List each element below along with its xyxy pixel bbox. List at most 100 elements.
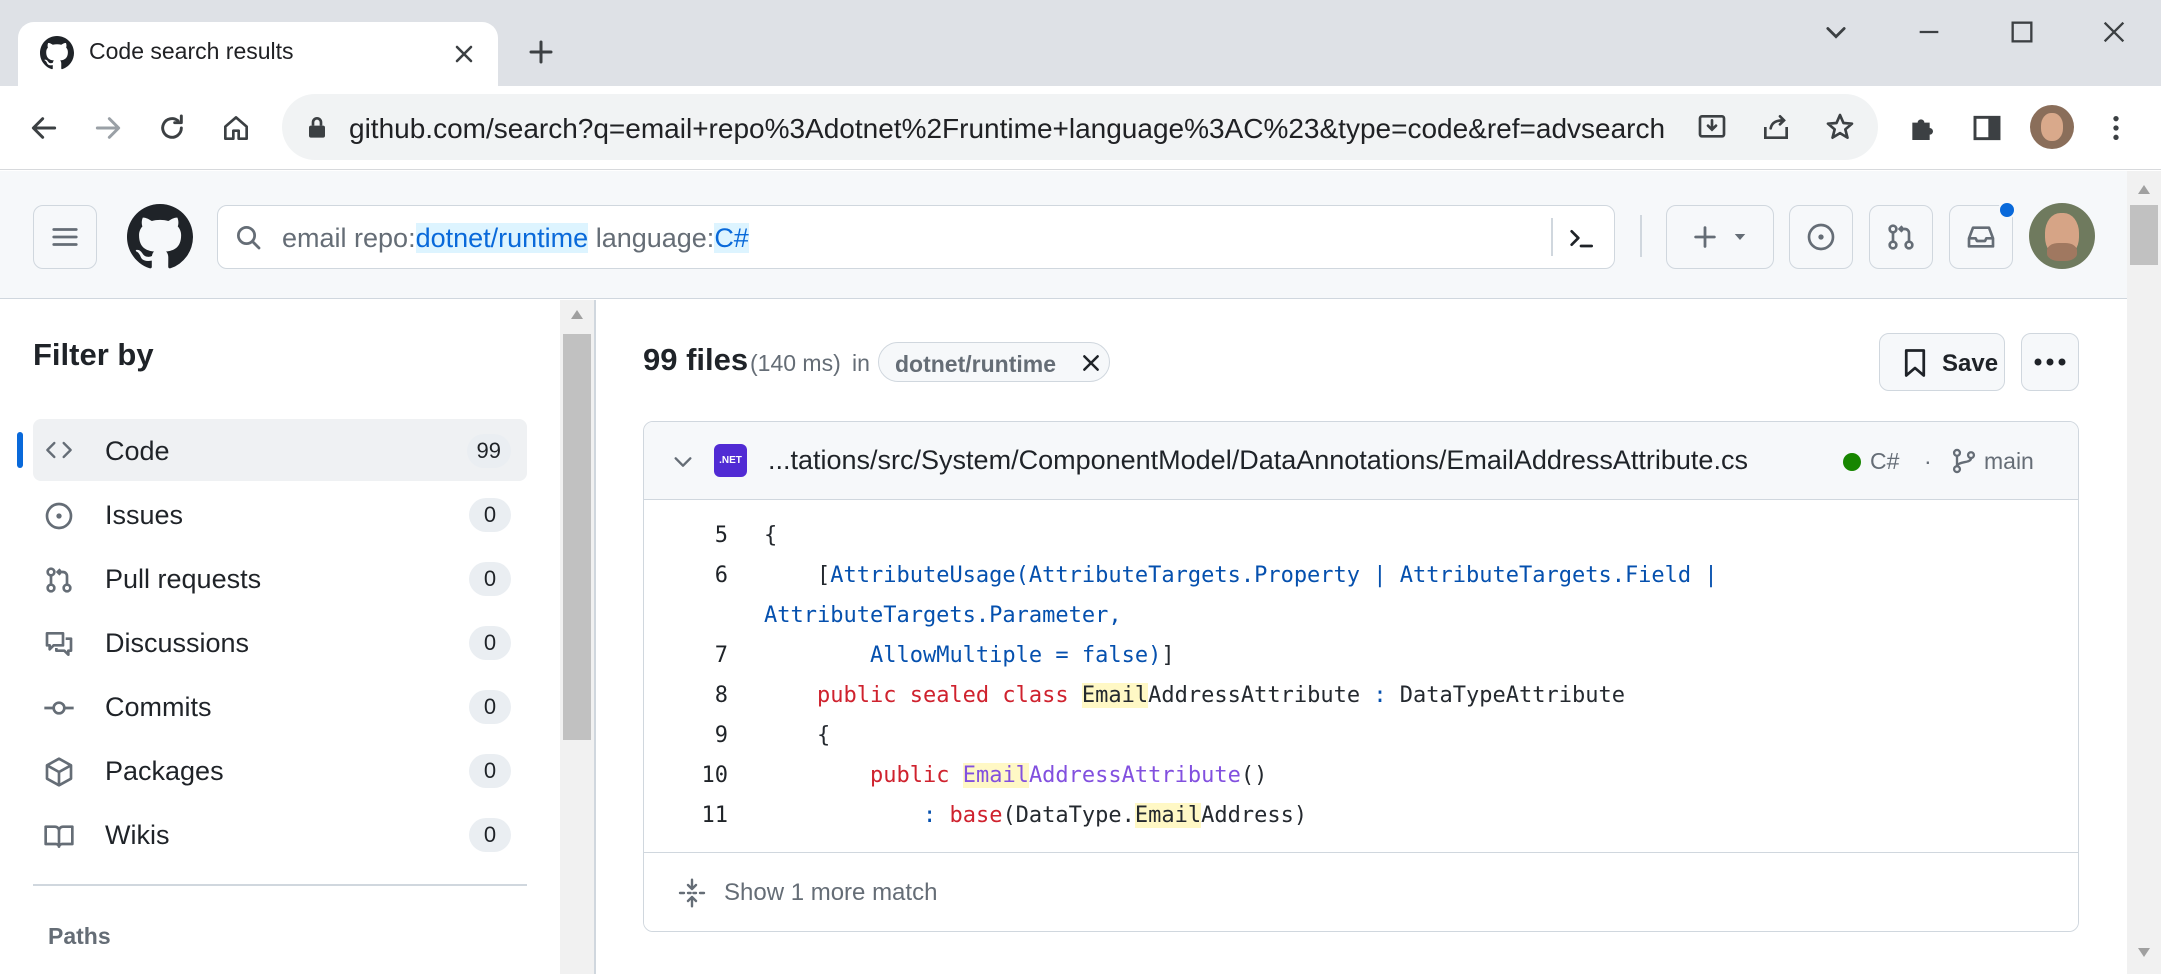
side-panel-icon: [1973, 115, 2001, 141]
create-new-button[interactable]: [1666, 205, 1774, 269]
command-palette-icon[interactable]: [1565, 222, 1597, 254]
scroll-up-arrow-icon[interactable]: [2137, 183, 2151, 195]
repo-chip-label: dotnet/runtime: [895, 351, 1056, 377]
github-search-input[interactable]: email repo:dotnet/runtime language:C#: [217, 205, 1615, 269]
browser-tab[interactable]: Code search results: [18, 22, 498, 88]
new-tab-icon[interactable]: [523, 37, 559, 67]
pull-request-icon: [46, 567, 72, 593]
forward-button[interactable]: [84, 104, 132, 152]
notification-dot: [1998, 201, 2016, 219]
filter-item-packages[interactable]: Packages 0: [33, 739, 527, 801]
browser-menu-button[interactable]: [2092, 104, 2140, 152]
back-button[interactable]: [20, 104, 68, 152]
line-number[interactable]: 11: [644, 803, 729, 828]
search-divider: [1551, 218, 1553, 256]
line-number[interactable]: 8: [644, 683, 728, 708]
bookmark-icon: [1904, 349, 1926, 377]
share-icon[interactable]: [1760, 111, 1792, 143]
more-options-button[interactable]: [2021, 333, 2079, 391]
book-icon: [44, 825, 74, 848]
sidebar-scrollbar[interactable]: [560, 300, 594, 974]
result-branch: main: [1984, 448, 2034, 474]
code-line: public sealed class EmailAddressAttribut…: [816, 683, 1625, 708]
scroll-down-arrow-icon[interactable]: [2137, 947, 2151, 959]
install-icon[interactable]: [1696, 111, 1728, 143]
line-number[interactable]: 7: [644, 643, 728, 668]
code-line: : base(DataType.EmailAddress): [922, 803, 1308, 828]
unfold-icon: [678, 878, 706, 908]
issues-button[interactable]: [1789, 205, 1853, 269]
filter-item-count: 0: [469, 498, 511, 532]
line-number[interactable]: 6: [644, 563, 728, 588]
filter-item-count: 0: [469, 562, 511, 596]
sidebar-divider: [33, 884, 527, 886]
line-number[interactable]: 10: [644, 763, 729, 788]
package-icon: [45, 757, 73, 787]
filter-by-heading: Filter by: [33, 337, 154, 372]
global-nav-menu-button[interactable]: [33, 205, 97, 269]
language-color-dot: [1843, 453, 1861, 471]
result-header: .NET ...tations/src/System/ComponentMode…: [644, 422, 2078, 500]
puzzle-icon: [1912, 119, 1933, 140]
discussion-icon: [45, 632, 73, 656]
filter-item-issues[interactable]: Issues 0: [33, 483, 527, 545]
close-tab-icon[interactable]: [452, 42, 476, 66]
bookmark-star-icon[interactable]: [1824, 111, 1856, 143]
repo-filter-chip[interactable]: dotnet/runtime: [878, 342, 1110, 382]
pull-requests-button[interactable]: [1869, 205, 1933, 269]
browser-profile-avatar[interactable]: [2030, 105, 2074, 149]
address-bar[interactable]: github.com/search?q=email+repo%3Adotnet%…: [282, 94, 1878, 160]
line-number[interactable]: 9: [644, 723, 728, 748]
result-file-path[interactable]: ...tations/src/System/ComponentModel/Dat…: [768, 445, 1748, 476]
code-line: {: [764, 523, 778, 548]
user-avatar[interactable]: [2029, 203, 2095, 269]
search-term: email: [282, 223, 355, 253]
sidebar-scrollbar-thumb[interactable]: [563, 334, 591, 740]
side-panel-button[interactable]: [1963, 104, 2011, 152]
page-scrollbar-thumb[interactable]: [2130, 205, 2158, 265]
home-icon: [224, 116, 248, 140]
filter-item-label: Packages: [105, 756, 224, 786]
kebab-horizontal-icon: [2034, 358, 2066, 366]
close-window-icon[interactable]: [2100, 18, 2128, 46]
save-search-button[interactable]: Save: [1879, 333, 2005, 391]
filter-item-count: 0: [469, 754, 511, 788]
filter-item-code[interactable]: Code 99: [17, 419, 527, 481]
url-text: github.com/search?q=email+repo%3Adotnet%…: [349, 113, 1666, 144]
results-time: (140 ms): [750, 350, 841, 376]
remove-filter-icon[interactable]: [1081, 353, 1101, 373]
issue-icon: [1807, 223, 1835, 251]
git-branch-icon: [1952, 448, 1976, 474]
search-result-card: .NET ...tations/src/System/ComponentMode…: [643, 421, 2079, 932]
tab-search-chevron-icon[interactable]: [1822, 18, 1850, 46]
dotnet-repo-icon: .NET: [714, 444, 747, 477]
pull-request-icon: [1888, 224, 1914, 250]
filter-item-wikis[interactable]: Wikis 0: [33, 803, 527, 865]
chevron-down-icon[interactable]: [672, 451, 694, 473]
scroll-up-arrow-icon[interactable]: [570, 308, 584, 320]
line-number[interactable]: 5: [644, 523, 728, 548]
results-count: 99 files: [643, 342, 749, 377]
extensions-button[interactable]: [1899, 104, 1947, 152]
search-repo-value: dotnet/runtime: [415, 223, 589, 253]
filter-item-discussions[interactable]: Discussions 0: [33, 611, 527, 673]
show-more-match-link[interactable]: Show 1 more match: [724, 879, 937, 907]
filter-item-pull-requests[interactable]: Pull requests 0: [33, 547, 527, 609]
search-query: email repo:dotnet/runtime language:C#: [282, 223, 749, 254]
search-icon: [237, 226, 261, 250]
filter-item-commits[interactable]: Commits 0: [33, 675, 527, 737]
maximize-icon[interactable]: [2008, 18, 2036, 46]
paths-heading: Paths: [48, 923, 111, 949]
lock-icon[interactable]: [306, 115, 328, 139]
browser-tab-strip: Code search results: [0, 0, 2161, 88]
result-language: C#: [1870, 448, 1900, 474]
minimize-icon[interactable]: [1915, 18, 1943, 46]
reload-button[interactable]: [148, 104, 196, 152]
triangle-down-icon: [1734, 234, 1746, 240]
page-scrollbar[interactable]: [2127, 171, 2161, 974]
filter-item-label: Code: [105, 436, 170, 466]
home-button[interactable]: [212, 104, 260, 152]
code-line: AttributeTargets.Parameter,: [764, 603, 1122, 628]
filter-item-label: Issues: [105, 500, 184, 530]
github-logo-icon[interactable]: [127, 204, 193, 270]
